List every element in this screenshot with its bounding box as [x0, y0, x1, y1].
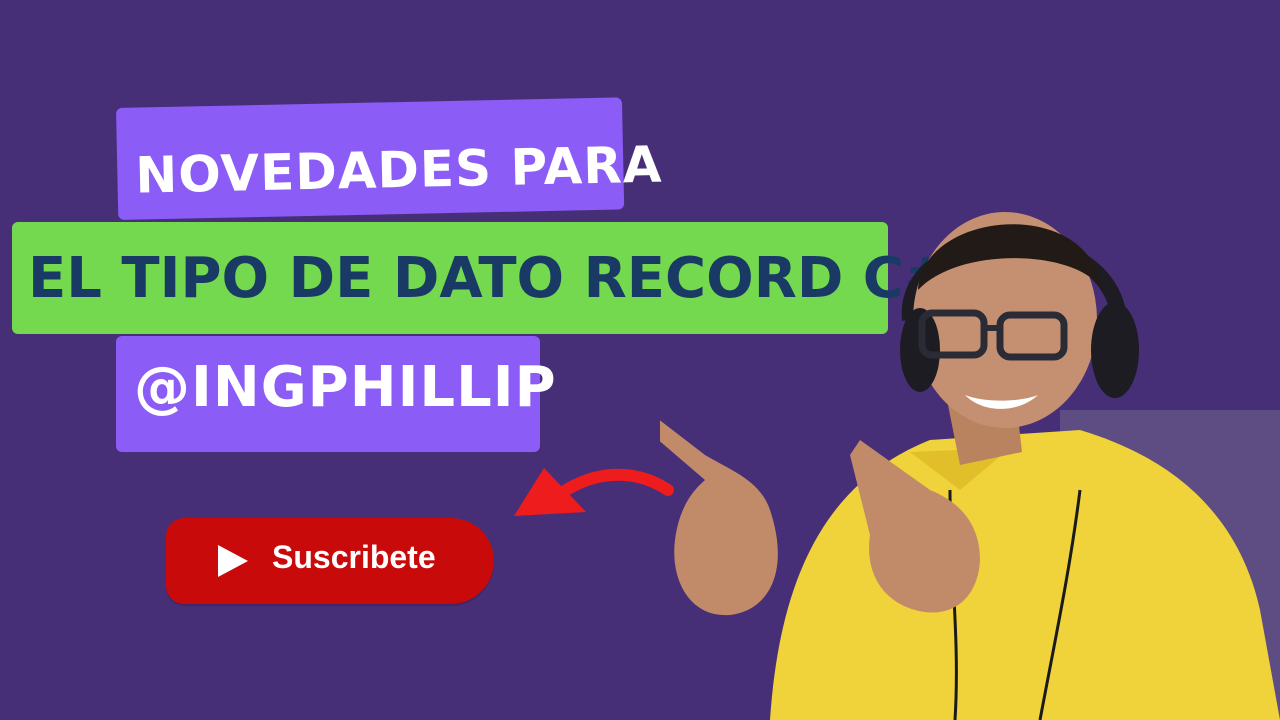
subscribe-button[interactable]: Suscribete: [166, 518, 494, 604]
title-line-1-text: NOVEDADES PARA: [134, 135, 664, 205]
thumbnail: NOVEDADES PARA EL TIPO DE DATO RECORD C#…: [0, 0, 1280, 720]
channel-handle: @INGPHILLIP: [116, 336, 556, 452]
subscribe-label: Suscribete: [272, 538, 436, 575]
channel-handle-text: @INGPHILLIP: [134, 354, 557, 420]
play-icon: [218, 545, 248, 577]
curved-arrow-icon: [514, 468, 674, 516]
presenter-photo: [660, 212, 1280, 720]
title-line-1: NOVEDADES PARA: [116, 97, 663, 220]
